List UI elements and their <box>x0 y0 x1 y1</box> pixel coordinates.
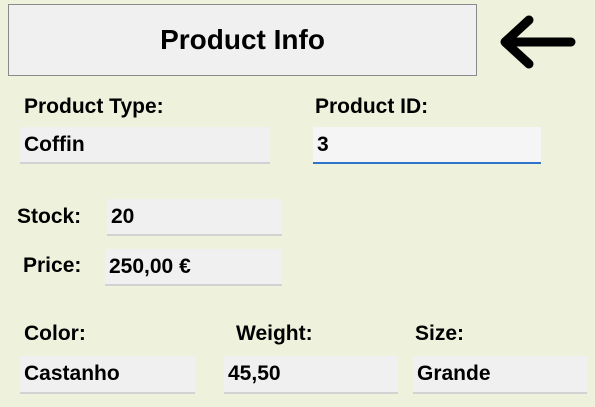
size-label: Size: <box>415 322 465 345</box>
product-type-label: Product Type: <box>24 95 164 118</box>
weight-label: Weight: <box>236 322 313 345</box>
page-title-box: Product Info <box>8 4 477 76</box>
product-type-field[interactable]: Coffin <box>20 127 270 164</box>
price-label: Price: <box>23 254 82 277</box>
price-field[interactable]: 250,00 € <box>105 249 282 286</box>
arrow-left-icon <box>500 15 576 69</box>
stock-label: Stock: <box>17 205 82 228</box>
size-field[interactable]: Grande <box>413 356 587 394</box>
back-button[interactable] <box>492 10 580 74</box>
product-id-label: Product ID: <box>315 95 429 118</box>
page-title: Product Info <box>160 24 325 55</box>
weight-field[interactable]: 45,50 <box>224 356 398 394</box>
stock-field[interactable]: 20 <box>107 199 282 236</box>
color-field[interactable]: Castanho <box>20 356 195 394</box>
product-id-field[interactable]: 3 <box>313 127 541 164</box>
color-label: Color: <box>24 322 86 345</box>
